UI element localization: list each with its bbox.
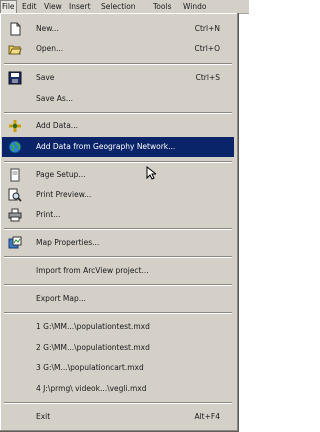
menu-item-new-label: New... [36,24,59,33]
menu-separator [4,112,232,114]
menu-item-recent-file-2-label: 2 G:\MM...\populationtest.mxd [36,343,150,352]
menu-item-export-map[interactable]: Export Map... [2,289,234,309]
menu-item-save-shortcut: Ctrl+S [195,73,220,82]
globe-icon [8,140,22,154]
menu-item-add-data-from-geography-network[interactable]: Add Data from Geography Network... [2,137,234,157]
menu-window[interactable]: Windo [183,2,206,12]
file-menu-dropdown: New... Ctrl+N Open... Ctrl+O Save Ctrl+S… [0,13,239,432]
menu-item-print-label: Print... [36,210,61,219]
menu-selection[interactable]: Selection [101,2,136,12]
mouse-pointer-icon [146,165,158,182]
menu-item-recent-file-4[interactable]: 4 J:\prmg\ videok...\vegli.mxd [2,379,234,399]
menu-item-recent-file-1[interactable]: 1 G:\MM...\populationtest.mxd [2,317,234,337]
menu-item-export-map-label: Export Map... [36,294,86,303]
menu-separator [4,161,232,163]
menu-item-recent-file-2[interactable]: 2 G:\MM...\populationtest.mxd [2,338,234,358]
menu-bar: File Edit View Insert Selection Tools Wi… [0,0,249,14]
menu-separator [4,402,232,404]
printer-icon [8,208,22,222]
menu-insert[interactable]: Insert [69,2,91,12]
menu-item-print[interactable]: Print... [2,205,234,225]
menu-item-page-setup-label: Page Setup... [36,170,86,179]
menu-item-recent-file-3-label: 3 G:\M...\populationcart.mxd [36,363,144,372]
menu-item-add-data-from-geography-network-label: Add Data from Geography Network... [36,142,176,151]
background-canvas [239,14,249,431]
menu-file[interactable]: File [0,0,17,13]
menu-edit[interactable]: Edit [22,2,37,12]
menu-item-recent-file-1-label: 1 G:\MM...\populationtest.mxd [36,322,150,331]
menu-separator [4,228,232,230]
menu-item-new-shortcut: Ctrl+N [194,24,220,33]
menu-item-import-from-arcview-project-label: Import from ArcView project... [36,266,149,275]
print-preview-icon [8,188,22,202]
save-disk-icon [8,71,22,85]
menu-item-open-label: Open... [36,44,64,53]
menu-item-recent-file-4-label: 4 J:\prmg\ videok...\vegli.mxd [36,384,147,393]
menu-separator [4,284,232,286]
menu-item-exit[interactable]: Exit Alt+F4 [2,407,234,427]
menu-item-exit-label: Exit [36,412,51,421]
menu-separator [4,63,232,65]
open-folder-icon [8,42,22,56]
menu-separator [4,256,232,258]
add-data-icon [8,119,22,133]
menu-item-save-as[interactable]: Save As... [2,89,234,109]
menu-item-recent-file-3[interactable]: 3 G:\M...\populationcart.mxd [2,358,234,378]
map-properties-icon [8,236,22,250]
page-setup-icon [8,168,22,182]
menu-item-add-data[interactable]: Add Data... [2,116,234,136]
menu-item-open[interactable]: Open... Ctrl+O [2,39,234,59]
menu-item-map-properties[interactable]: Map Properties... [2,233,234,253]
menu-item-exit-shortcut: Alt+F4 [194,412,220,421]
menu-view[interactable]: View [44,2,62,12]
menu-item-print-preview[interactable]: Print Preview... [2,185,234,205]
menu-item-new[interactable]: New... Ctrl+N [2,19,234,39]
menu-item-add-data-label: Add Data... [36,121,78,130]
new-document-icon [8,22,22,36]
menu-tools[interactable]: Tools [153,2,171,12]
menu-item-open-shortcut: Ctrl+O [194,44,220,53]
menu-item-save-label: Save [36,73,55,82]
menu-item-save[interactable]: Save Ctrl+S [2,68,234,88]
menu-item-import-from-arcview-project[interactable]: Import from ArcView project... [2,261,234,281]
menu-item-map-properties-label: Map Properties... [36,238,100,247]
menu-item-print-preview-label: Print Preview... [36,190,92,199]
menu-separator [4,312,232,314]
menu-item-page-setup[interactable]: Page Setup... [2,165,234,185]
menu-item-save-as-label: Save As... [36,94,73,103]
